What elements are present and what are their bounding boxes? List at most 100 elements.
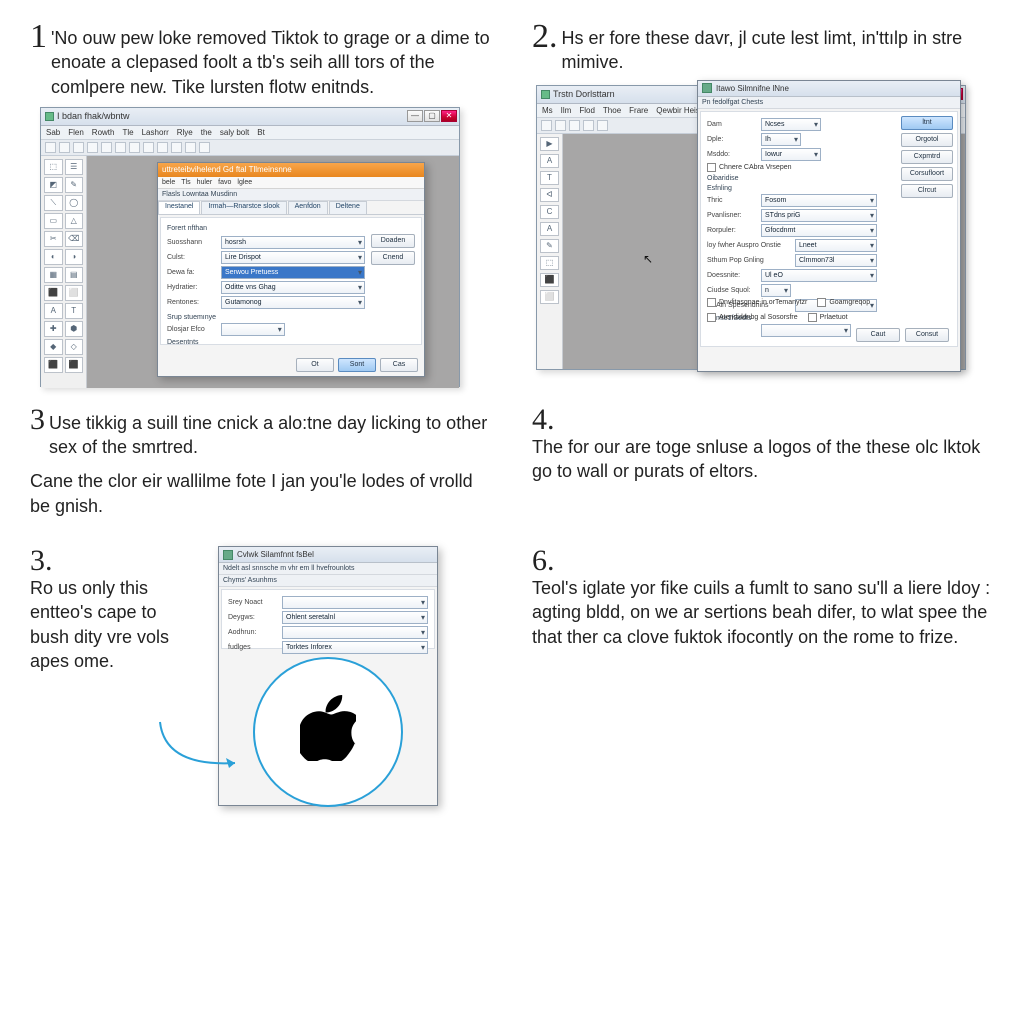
combo-box[interactable] [761,324,851,337]
menu-item[interactable]: Flod [579,106,595,115]
combo-box[interactable] [282,626,428,639]
toolbar-button[interactable] [101,142,112,153]
cancel-button[interactable]: Cas [380,358,418,372]
tool-icon[interactable]: T [65,303,84,319]
consult-button[interactable]: Consut [905,328,949,342]
toolbar-button[interactable] [555,120,566,131]
menu-item[interactable]: Sab [46,128,60,137]
toolbar-button[interactable] [199,142,210,153]
dialog-menu-item[interactable]: favo [218,179,231,186]
tool-icon[interactable]: ✎ [540,239,559,253]
combo-box[interactable]: Lire Drispot [221,251,365,264]
tool-icon[interactable]: A [540,222,559,236]
toolbar-button[interactable] [87,142,98,153]
tool-icon[interactable]: ⬜ [540,290,559,304]
dialog-menu-item[interactable]: Tls [181,179,190,186]
dialog-menu-item[interactable]: lglee [237,179,252,186]
menu-item[interactable]: Rlye [177,128,193,137]
side-button[interactable]: Cnend [371,251,415,265]
minimize-button[interactable]: — [407,110,423,122]
menu-item[interactable]: saly bolt [220,128,249,137]
dialog-menu-item[interactable]: bele [162,179,175,186]
combo-box[interactable]: STdns priG [761,209,877,222]
dialog-tab[interactable]: Deltene [329,201,367,214]
tool-icon[interactable]: ◩ [44,177,63,193]
close-button[interactable]: ✕ [441,110,457,122]
tool-icon[interactable]: ☰ [65,159,84,175]
tool-icon[interactable]: ⬛ [44,285,63,301]
checkbox[interactable] [707,298,716,307]
menu-item[interactable]: Rowth [92,128,115,137]
menu-item[interactable]: Flen [68,128,84,137]
save-button[interactable]: Sont [338,358,376,372]
tool-icon[interactable]: ⬛ [44,357,63,373]
tool-icon[interactable]: ▤ [65,267,84,283]
tool-icon[interactable]: ◑ [65,249,84,265]
toolbar-button[interactable] [597,120,608,131]
dialog-tab[interactable]: Inestanel [158,201,200,214]
toolbar-button[interactable] [583,120,594,131]
combo-box[interactable]: Fosom [761,194,877,207]
tool-icon[interactable]: C [540,205,559,219]
tool-icon[interactable]: ▦ [44,267,63,283]
combo-box[interactable] [282,596,428,609]
combo-box[interactable] [221,323,285,336]
combo-box[interactable]: Ohlent seretalnl [282,611,428,624]
side-button[interactable]: Orgotol [901,133,953,147]
tool-icon[interactable]: A [44,303,63,319]
toolbar-button[interactable] [115,142,126,153]
combo-box[interactable]: hosrsh [221,236,365,249]
combo-box[interactable]: Iowur [761,148,821,161]
toolbar-button[interactable] [73,142,84,153]
menu-item[interactable]: Frare [629,106,648,115]
tool-icon[interactable]: ᐊ [540,188,559,202]
side-button[interactable]: Doaden [371,234,415,248]
tool-icon[interactable]: ▶ [540,137,559,151]
toolbar-button[interactable] [143,142,154,153]
menu-item[interactable]: Lashorr [142,128,169,137]
tool-icon[interactable]: ◇ [65,339,84,355]
toolbar-button[interactable] [157,142,168,153]
tool-icon[interactable]: ✚ [44,321,63,337]
dialog-tab[interactable]: Aenfdon [288,201,328,214]
combo-box[interactable]: Oditte vns Ghag [221,281,365,294]
tool-icon[interactable]: A [540,154,559,168]
checkbox[interactable] [707,313,716,322]
tool-icon[interactable]: ▭ [44,213,63,229]
combo-box[interactable]: Lneet [795,239,877,252]
menu-item[interactable]: the [201,128,212,137]
checkbox[interactable] [707,163,716,172]
tool-icon[interactable]: ⬚ [44,159,63,175]
toolbar-button[interactable] [129,142,140,153]
tool-icon[interactable]: ⬜ [65,285,84,301]
tool-icon[interactable]: ✂ [44,231,63,247]
tool-icon[interactable]: ◆ [44,339,63,355]
combo-box[interactable]: Gfocdnmt [761,224,877,237]
tool-icon[interactable]: ⬛ [65,357,84,373]
menu-item[interactable]: Tle [122,128,133,137]
menu-item[interactable]: Ilm [561,106,572,115]
tool-icon[interactable]: ⬢ [65,321,84,337]
toolbar-button[interactable] [45,142,56,153]
toolbar-button[interactable] [541,120,552,131]
menu-item[interactable]: Thoe [603,106,621,115]
checkbox[interactable] [817,298,826,307]
combo-box[interactable]: Clmmon73l [795,254,877,267]
side-button[interactable]: Corsufloort [901,167,953,181]
combo-box[interactable]: Ih [761,133,801,146]
toolbar-button[interactable] [569,120,580,131]
tool-icon[interactable]: ⬛ [540,273,559,287]
side-button[interactable]: Cxpmtrd [901,150,953,164]
combo-box[interactable]: Ul eO [761,269,877,282]
combo-box[interactable]: Gutamonog [221,296,365,309]
checkbox[interactable] [808,313,817,322]
toolbar-button[interactable] [59,142,70,153]
dialog-menu-item[interactable]: huler [197,179,213,186]
tool-icon[interactable]: △ [65,213,84,229]
maximize-button[interactable]: ▢ [424,110,440,122]
tool-icon[interactable]: ⬚ [540,256,559,270]
tool-icon[interactable]: ◯ [65,195,84,211]
ok-button[interactable]: Ot [296,358,334,372]
menu-item[interactable]: Bt [257,128,265,137]
toolbar-button[interactable] [171,142,182,153]
